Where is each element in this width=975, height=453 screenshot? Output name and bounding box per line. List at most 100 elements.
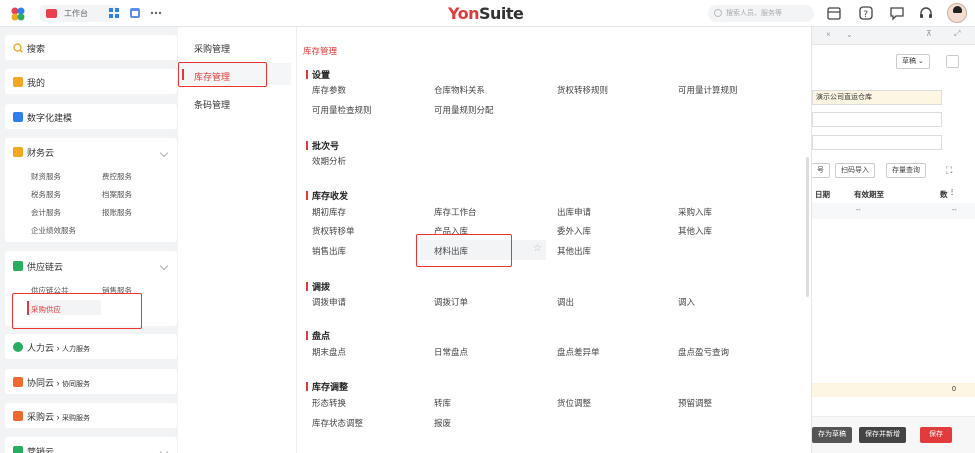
close-icon[interactable]: × [826, 30, 831, 39]
chevron-down-icon[interactable] [159, 148, 169, 158]
more-icon[interactable] [150, 7, 162, 19]
sidebar-sub-item[interactable]: 财资服务 [31, 171, 61, 182]
fullscreen-icon[interactable]: ⛶ [946, 165, 952, 176]
menu-link[interactable]: 委外入库 [557, 225, 591, 237]
highlight-box [12, 293, 142, 329]
table-header: 日期 有效期至 数 ⫶ [812, 187, 975, 201]
sidebar-search[interactable]: 搜索 [5, 35, 177, 60]
sidebar-item-mine[interactable]: 我的 [5, 69, 177, 94]
menu-link[interactable]: 货权转移规则 [557, 84, 608, 96]
pin-top-icon[interactable]: ⊼ [926, 29, 932, 38]
chevron-down-icon[interactable] [159, 447, 169, 453]
sidebar-sub-item[interactable]: 报账服务 [102, 207, 132, 218]
menu-link[interactable]: 日常盘点 [434, 346, 468, 358]
sidebar-item-label: 协同云 › 协同服务 [27, 378, 91, 388]
sidebar-sub-item[interactable]: 费控服务 [102, 171, 132, 182]
group-sub: 采购服务 [62, 415, 91, 422]
grid-apps-icon[interactable] [108, 7, 120, 19]
menu-link[interactable]: 期末盘点 [312, 346, 346, 358]
sidebar-sub-item[interactable]: 税务服务 [31, 189, 61, 200]
brand-logo: YonSuite [448, 4, 524, 23]
sidebar-item-hr[interactable]: 人力云 › 人力服务 [5, 334, 177, 359]
menu-link[interactable]: 库存参数 [312, 84, 346, 96]
menu-item-purchase-mgmt[interactable]: 采购管理 [194, 42, 230, 55]
sidebar-item-digital[interactable]: 数字化建模 [5, 104, 177, 129]
menu-link[interactable]: 可用量检查规则 [312, 104, 372, 116]
menu-link[interactable]: 其他出库 [557, 245, 591, 257]
menu-link[interactable]: 其他入库 [678, 225, 712, 237]
menu-link[interactable]: 调出 [557, 296, 574, 308]
menu-link[interactable]: 出库申请 [557, 206, 591, 218]
warehouse-field[interactable]: 演示公司直运仓库 [812, 90, 942, 105]
global-search-input[interactable]: 搜索人员、服务等 [708, 5, 814, 22]
save-as-draft-button[interactable]: 存为草稿 [812, 427, 852, 443]
menu-link[interactable]: 库存工作台 [434, 206, 477, 218]
menu-link[interactable]: 盘点盈亏查询 [678, 346, 729, 358]
sidebar-group-label[interactable]: 供应链云 [27, 260, 63, 273]
app-logo-icon[interactable] [10, 6, 26, 22]
message-icon[interactable] [889, 5, 905, 21]
sidebar-item-purchase[interactable]: 采购云 › 采购服务 [5, 403, 177, 428]
menu-link[interactable]: 货权转移单 [312, 225, 355, 237]
column-settings-icon[interactable]: ⫶ [951, 188, 953, 198]
menu-link[interactable]: 报废 [434, 417, 451, 429]
chevron-down-icon[interactable]: ⌄ [846, 30, 853, 39]
section-title: 设置 [306, 68, 330, 81]
menu-link[interactable]: 预留调整 [678, 397, 712, 409]
menu-item-barcode-mgmt[interactable]: 条码管理 [194, 98, 230, 111]
menu-link[interactable]: 形态转换 [312, 397, 346, 409]
warehouse-value: 演示公司直运仓库 [816, 94, 872, 101]
calendar-icon[interactable] [826, 5, 842, 21]
col-date: 日期 [815, 190, 830, 199]
stock-query-button[interactable]: 存量查询 [886, 163, 926, 178]
print-icon[interactable] [946, 55, 959, 68]
menu-link[interactable]: 可用量计算规则 [678, 84, 738, 96]
menu-link[interactable]: 仓库物料关系 [434, 84, 485, 96]
save-button[interactable]: 保存 [920, 427, 952, 443]
workbench-tab[interactable]: 工作台 [40, 5, 118, 22]
menu-link[interactable]: 销售出库 [312, 245, 346, 257]
menu-link[interactable]: 采购入库 [678, 206, 712, 218]
scan-code-button[interactable]: 号 [812, 163, 830, 178]
menu-link[interactable]: 期初库存 [312, 206, 346, 218]
table-row[interactable]: -- -- [812, 203, 975, 219]
favorite-star-icon[interactable]: ☆ [533, 243, 542, 254]
expand-icon[interactable]: ⤢ [954, 29, 960, 39]
workbench-tab-label: 工作台 [64, 9, 88, 18]
sidebar-sub-item[interactable]: 企业绩效服务 [31, 225, 76, 236]
menu-link[interactable]: 库存状态调整 [312, 417, 363, 429]
form-field[interactable] [812, 112, 942, 127]
user-avatar[interactable] [947, 3, 967, 23]
menu-link[interactable]: 可用量规则分配 [434, 104, 494, 116]
menu-link[interactable]: 效期分析 [312, 155, 346, 167]
chevron-down-icon[interactable] [159, 261, 169, 271]
menu-link[interactable]: 调入 [678, 296, 695, 308]
save-and-new-button[interactable]: 保存并新增 [859, 427, 906, 443]
menu-link[interactable]: 盘点差异单 [557, 346, 600, 358]
sidebar-item-collab[interactable]: 协同云 › 协同服务 [5, 369, 177, 394]
menu-link[interactable]: 调拨申请 [312, 296, 346, 308]
document-window: × ⌄ ⊼ ⤢ 草稿 ⌄ 演示公司直运仓库 号 扫码导入 存量查询 ⛶ 日期 有… [812, 27, 975, 453]
sidebar-sub-item[interactable]: 会计服务 [31, 207, 61, 218]
brand-main: Yon [448, 4, 480, 23]
brand-rest: Suite [479, 4, 524, 23]
sidebar-item-label: 采购云 › 采购服务 [27, 412, 91, 422]
btn-label: 存为草稿 [818, 431, 846, 438]
highlight-box [416, 234, 512, 267]
menu-link[interactable]: 货位调整 [557, 397, 591, 409]
scrollbar[interactable] [806, 157, 809, 297]
menu-link[interactable]: 转库 [434, 397, 451, 409]
person-icon [13, 342, 23, 352]
btn-label: 号 [817, 167, 824, 174]
help-icon[interactable]: ? [858, 5, 874, 21]
form-field[interactable] [812, 135, 942, 150]
sidebar-group-marketing[interactable]: 营销云 [5, 437, 177, 453]
window-icon[interactable] [129, 7, 141, 19]
sidebar-sub-item[interactable]: 档案服务 [102, 189, 132, 200]
sidebar-search-label: 搜索 [27, 44, 46, 54]
draft-dropdown[interactable]: 草稿 ⌄ [896, 54, 930, 69]
menu-link[interactable]: 调拨订单 [434, 296, 468, 308]
headset-icon[interactable] [918, 5, 934, 21]
sidebar-group-label[interactable]: 财务云 [27, 146, 54, 159]
barcode-import-button[interactable]: 扫码导入 [835, 163, 875, 178]
